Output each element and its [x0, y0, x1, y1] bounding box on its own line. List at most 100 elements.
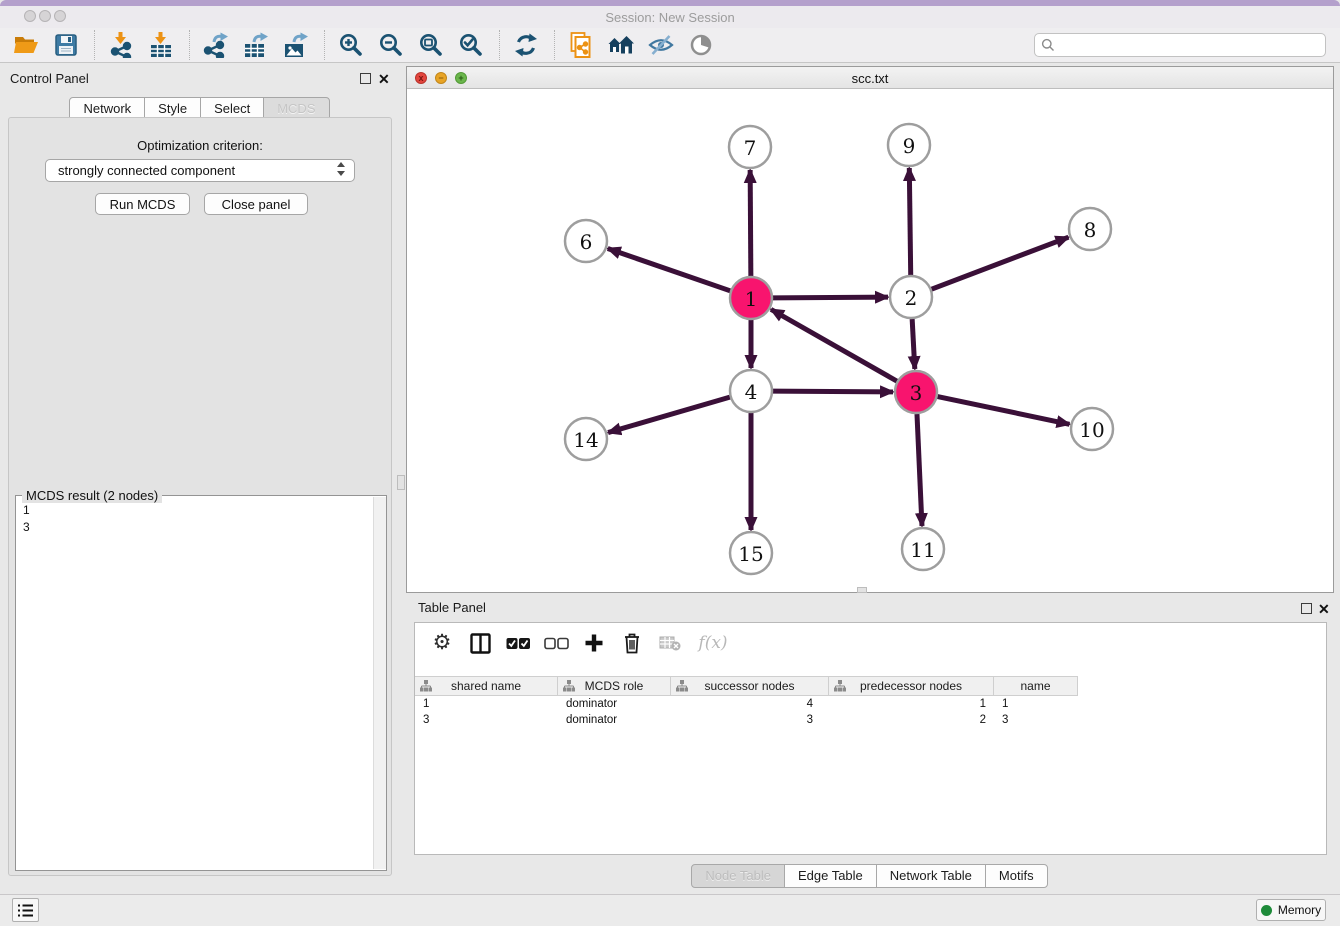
network-window-titlebar[interactable]: x − + scc.txt — [407, 67, 1333, 89]
zoom-selected-icon[interactable] — [455, 30, 487, 60]
control-panel-close-button[interactable]: ✕ — [378, 73, 390, 85]
run-mcds-button[interactable]: Run MCDS — [95, 193, 190, 215]
edge-2-8[interactable] — [932, 237, 1069, 289]
table-cell: dominator — [558, 696, 671, 712]
table-cell: 3 — [671, 712, 829, 728]
edge-1-7[interactable] — [750, 170, 751, 276]
application-window: Session: New Session — [0, 0, 1340, 926]
split-columns-icon[interactable] — [467, 630, 493, 656]
table-panel-close-button[interactable]: ✕ — [1318, 603, 1330, 615]
column-header-MCDS-role[interactable]: MCDS role — [558, 677, 671, 696]
settings-gear-icon[interactable]: ⚙ — [429, 630, 455, 656]
tab-network-table[interactable]: Network Table — [876, 864, 986, 888]
graph-node-11[interactable]: 11 — [902, 528, 944, 570]
export-network-icon[interactable] — [200, 30, 232, 60]
graph-node-4[interactable]: 4 — [730, 370, 772, 412]
edge-1-2[interactable] — [773, 297, 888, 298]
graph-node-1[interactable]: 1 — [730, 277, 772, 319]
network-vertical-scroll-grip[interactable] — [397, 475, 405, 490]
zoom-fit-icon[interactable] — [415, 30, 447, 60]
save-icon[interactable] — [50, 30, 82, 60]
column-header-name[interactable]: name — [994, 677, 1078, 696]
import-table-icon[interactable] — [145, 30, 177, 60]
edge-2-3[interactable] — [912, 319, 915, 369]
graph-node-15[interactable]: 15 — [730, 532, 772, 574]
network-horizontal-scroll-grip[interactable] — [857, 587, 867, 593]
search-field[interactable] — [1034, 33, 1326, 57]
toolbar-separator — [499, 30, 500, 60]
edge-2-9[interactable] — [909, 168, 910, 275]
memory-button[interactable]: Memory — [1256, 899, 1326, 921]
edge-4-14[interactable] — [608, 397, 730, 432]
search-input[interactable] — [1060, 38, 1319, 52]
graph-node-2[interactable]: 2 — [890, 276, 932, 318]
column-header-successor-nodes[interactable]: successor nodes — [671, 677, 829, 696]
graph-node-6[interactable]: 6 — [565, 220, 607, 262]
edge-3-10[interactable] — [938, 397, 1070, 425]
node-label: 4 — [745, 380, 758, 404]
delete-column-icon[interactable] — [619, 630, 645, 656]
table-row[interactable]: 3dominator323 — [415, 712, 1326, 728]
visibility-icon[interactable] — [685, 30, 717, 60]
table-cell: 2 — [829, 712, 994, 728]
edge-3-1[interactable] — [771, 309, 897, 381]
table-cell: 1 — [829, 696, 994, 712]
homes-icon[interactable] — [605, 30, 637, 60]
control-panel-float-button[interactable] — [360, 73, 371, 84]
deselect-all-columns-icon[interactable] — [543, 630, 569, 656]
table-panel-title: Table Panel — [418, 600, 486, 615]
visibility-off-icon[interactable] — [645, 30, 677, 60]
close-panel-button[interactable]: Close panel — [204, 193, 308, 215]
network-document-icon[interactable] — [565, 30, 597, 60]
tab-node-table[interactable]: Node Table — [691, 864, 785, 888]
toolbar-separator — [94, 30, 95, 60]
edge-1-6[interactable] — [608, 249, 730, 291]
table-cell: 1 — [994, 696, 1078, 712]
mcds-result-scrollbar[interactable] — [373, 497, 386, 869]
export-image-icon[interactable] — [280, 30, 312, 60]
tab-edge-table[interactable]: Edge Table — [784, 864, 877, 888]
table-header-row: shared name MCDS role successor nodes — [415, 676, 1078, 695]
edge-3-11[interactable] — [917, 414, 922, 526]
graph-node-8[interactable]: 8 — [1069, 208, 1111, 250]
table-cell: 1 — [415, 696, 558, 712]
import-network-icon[interactable] — [105, 30, 137, 60]
network-graph-canvas[interactable]: 1 2 3 4 6 7 8 9 10 11 14 15 — [407, 89, 1333, 592]
graph-node-7[interactable]: 7 — [729, 126, 771, 168]
graph-node-10[interactable]: 10 — [1071, 408, 1113, 450]
graph-node-14[interactable]: 14 — [565, 418, 607, 460]
table-panel-float-button[interactable] — [1301, 603, 1312, 614]
task-history-button[interactable] — [12, 898, 39, 922]
export-table-icon[interactable] — [240, 30, 272, 60]
column-header-predecessor-nodes[interactable]: predecessor nodes — [829, 677, 994, 696]
refresh-layout-icon[interactable] — [510, 30, 542, 60]
node-label: 9 — [903, 134, 916, 158]
network-window-title: scc.txt — [407, 71, 1333, 86]
table-toolbar: ⚙ — [415, 623, 1326, 663]
criterion-select[interactable]: strongly connected component — [45, 159, 355, 182]
add-column-icon[interactable] — [581, 630, 607, 656]
select-all-columns-icon[interactable] — [505, 630, 531, 656]
network-view-window: x − + scc.txt 1 2 3 4 6 7 8 9 10 11 14 15 — [406, 66, 1334, 593]
toolbar-separator — [189, 30, 190, 60]
open-folder-icon[interactable] — [10, 30, 42, 60]
table-row[interactable]: 1dominator411 — [415, 696, 1326, 712]
main-toolbar — [0, 28, 1340, 63]
tab-motifs[interactable]: Motifs — [985, 864, 1048, 888]
edge-4-3[interactable] — [773, 391, 893, 392]
node-label: 7 — [744, 136, 757, 160]
mcds-panel: Optimization criterion: strongly connect… — [8, 117, 392, 876]
graph-node-9[interactable]: 9 — [888, 124, 930, 166]
node-label: 14 — [573, 428, 598, 452]
graph-node-3[interactable]: 3 — [895, 371, 937, 413]
column-header-label: predecessor nodes — [860, 679, 962, 693]
toolbar-separator — [324, 30, 325, 60]
delete-table-icon — [657, 630, 683, 656]
node-label: 10 — [1079, 418, 1104, 442]
mcds-result-text[interactable]: 1 3 — [16, 498, 372, 870]
mcds-result-box: MCDS result (2 nodes) 1 3 — [15, 495, 387, 871]
zoom-out-icon[interactable] — [375, 30, 407, 60]
zoom-in-icon[interactable] — [335, 30, 367, 60]
column-header-shared-name[interactable]: shared name — [415, 677, 558, 696]
control-panel-title: Control Panel — [10, 71, 89, 86]
